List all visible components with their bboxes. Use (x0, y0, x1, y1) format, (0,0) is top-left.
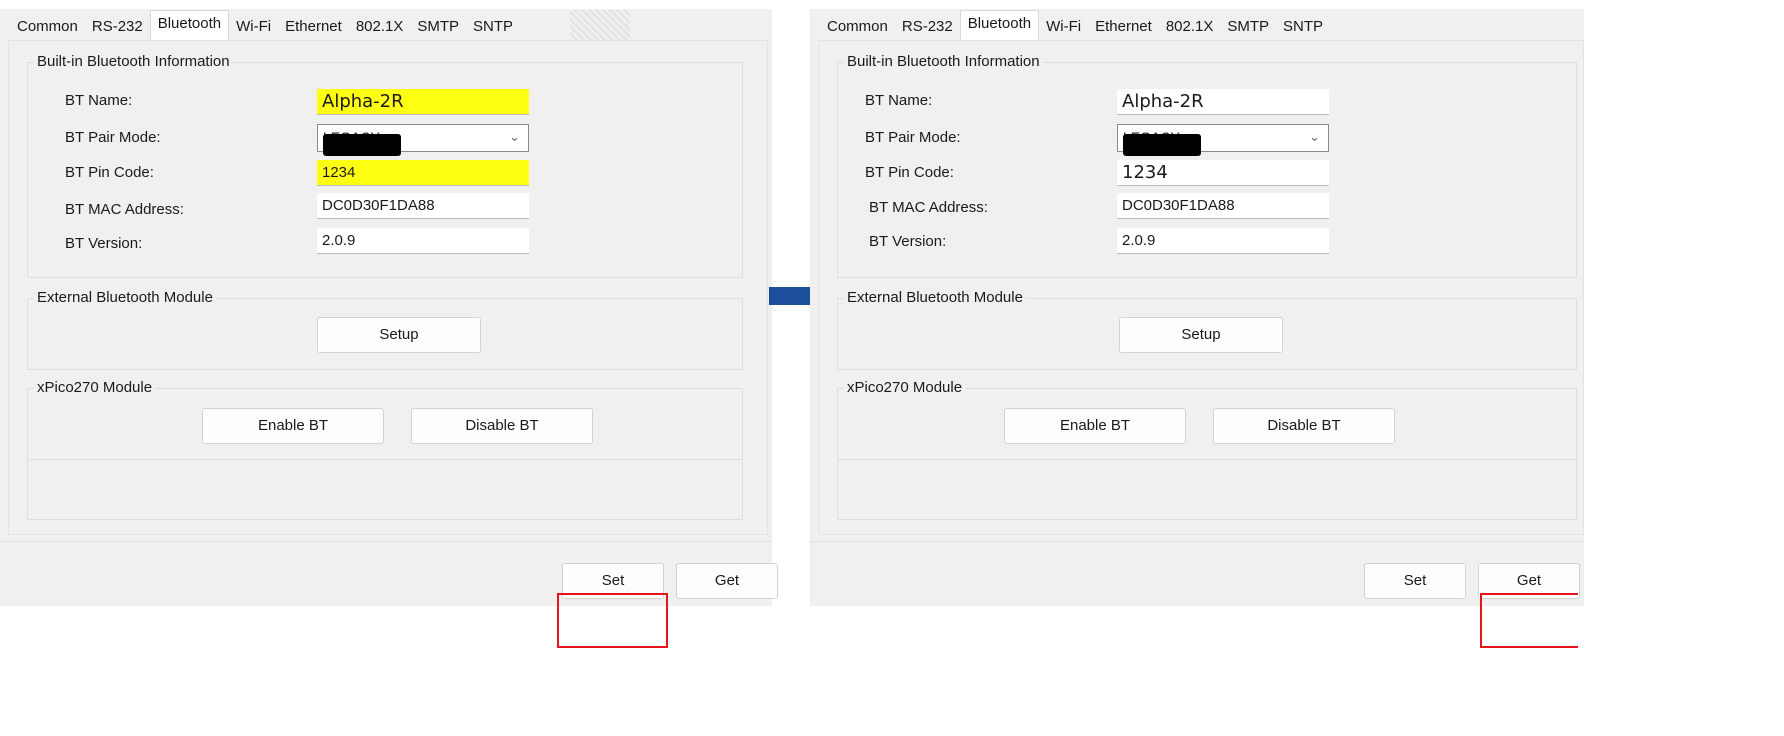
empty-area (837, 460, 1577, 520)
bluetooth-tab-body: Built-in Bluetooth Information BT Name: … (8, 40, 768, 535)
bt-name-label: BT Name: (865, 92, 933, 109)
tab-bluetooth[interactable]: Bluetooth (149, 10, 230, 41)
external-bluetooth-title: External Bluetooth Module (34, 289, 216, 307)
tab-wifi[interactable]: Wi-Fi (1039, 14, 1088, 40)
bt-pin-label: BT Pin Code: (865, 164, 954, 181)
enable-bt-button[interactable]: Enable BT (202, 408, 384, 444)
bt-pin-field[interactable]: 1234 (317, 160, 529, 186)
bt-pair-mode-select[interactable]: LEGACY ⌄ (1117, 124, 1329, 156)
bt-version-field[interactable]: 2.0.9 (317, 228, 529, 254)
bt-mac-label: BT MAC Address: (65, 201, 184, 218)
tab-bar: Common RS-232 Bluetooth Wi-Fi Ethernet 8… (820, 10, 1330, 41)
chevron-down-icon: ⌄ (509, 129, 520, 144)
set-button[interactable]: Set (1364, 563, 1466, 599)
xpico-group: xPico270 Module (837, 379, 1577, 460)
builtin-bluetooth-title: Built-in Bluetooth Information (844, 53, 1043, 71)
tab-common[interactable]: Common (10, 14, 85, 40)
tab-rs232[interactable]: RS-232 (895, 14, 960, 40)
tab-wifi[interactable]: Wi-Fi (229, 14, 278, 40)
disable-bt-button[interactable]: Disable BT (1213, 408, 1395, 444)
setup-button[interactable]: Setup (1119, 317, 1283, 353)
tab-ethernet[interactable]: Ethernet (278, 14, 349, 40)
empty-area (27, 460, 743, 520)
bt-mac-label: BT MAC Address: (869, 199, 988, 216)
get-button[interactable]: Get (676, 563, 778, 599)
setup-button[interactable]: Setup (317, 317, 481, 353)
bt-name-label: BT Name: (65, 92, 133, 109)
red-highlight-box (557, 593, 668, 648)
tab-bluetooth[interactable]: Bluetooth (959, 10, 1040, 41)
bluetooth-tab-body: Built-in Bluetooth Information BT Name: … (818, 40, 1584, 535)
tab-rs232[interactable]: RS-232 (85, 14, 150, 40)
bt-pair-mode-select[interactable]: LEGACY ⌄ (317, 124, 529, 156)
tab-8021x[interactable]: 802.1X (1159, 14, 1221, 40)
external-bluetooth-title: External Bluetooth Module (844, 289, 1026, 307)
left-settings-panel: Common RS-232 Bluetooth Wi-Fi Ethernet 8… (0, 0, 778, 606)
bt-pair-mode-label: BT Pair Mode: (65, 129, 161, 146)
builtin-bluetooth-title: Built-in Bluetooth Information (34, 53, 233, 71)
bt-name-field[interactable]: Alpha-2R (317, 89, 529, 115)
right-settings-panel: Common RS-232 Bluetooth Wi-Fi Ethernet 8… (810, 0, 1584, 606)
tab-smtp[interactable]: SMTP (1220, 14, 1276, 40)
xpico-group: xPico270 Module (27, 379, 743, 460)
bt-mac-field[interactable]: DC0D30F1DA88 (1117, 193, 1329, 219)
bt-pin-label: BT Pin Code: (65, 164, 154, 181)
chevron-down-icon: ⌄ (1309, 129, 1320, 144)
redaction-bar (323, 134, 401, 156)
tab-smtp[interactable]: SMTP (410, 14, 466, 40)
bt-pin-field[interactable]: 1234 (1117, 160, 1329, 186)
bt-version-label: BT Version: (869, 233, 947, 250)
bt-version-field[interactable]: 2.0.9 (1117, 228, 1329, 254)
redaction-bar (1123, 134, 1201, 156)
bottom-bar: Set Get (810, 541, 1584, 606)
bt-version-label: BT Version: (65, 235, 143, 252)
disable-bt-button[interactable]: Disable BT (411, 408, 593, 444)
tab-sntp[interactable]: SNTP (466, 14, 520, 40)
xpico-title: xPico270 Module (844, 379, 966, 397)
tab-common[interactable]: Common (820, 14, 895, 40)
tab-8021x[interactable]: 802.1X (349, 14, 411, 40)
tab-ethernet[interactable]: Ethernet (1088, 14, 1159, 40)
tab-bar: Common RS-232 Bluetooth Wi-Fi Ethernet 8… (10, 10, 520, 41)
tab-sntp[interactable]: SNTP (1276, 14, 1330, 40)
enable-bt-button[interactable]: Enable BT (1004, 408, 1186, 444)
xpico-title: xPico270 Module (34, 379, 156, 397)
bt-pair-mode-label: BT Pair Mode: (865, 129, 961, 146)
top-strip (0, 0, 772, 9)
bt-mac-field[interactable]: DC0D30F1DA88 (317, 193, 529, 219)
top-strip (810, 0, 1584, 9)
red-highlight-box (1480, 593, 1578, 648)
bt-name-field[interactable]: Alpha-2R (1117, 89, 1329, 115)
